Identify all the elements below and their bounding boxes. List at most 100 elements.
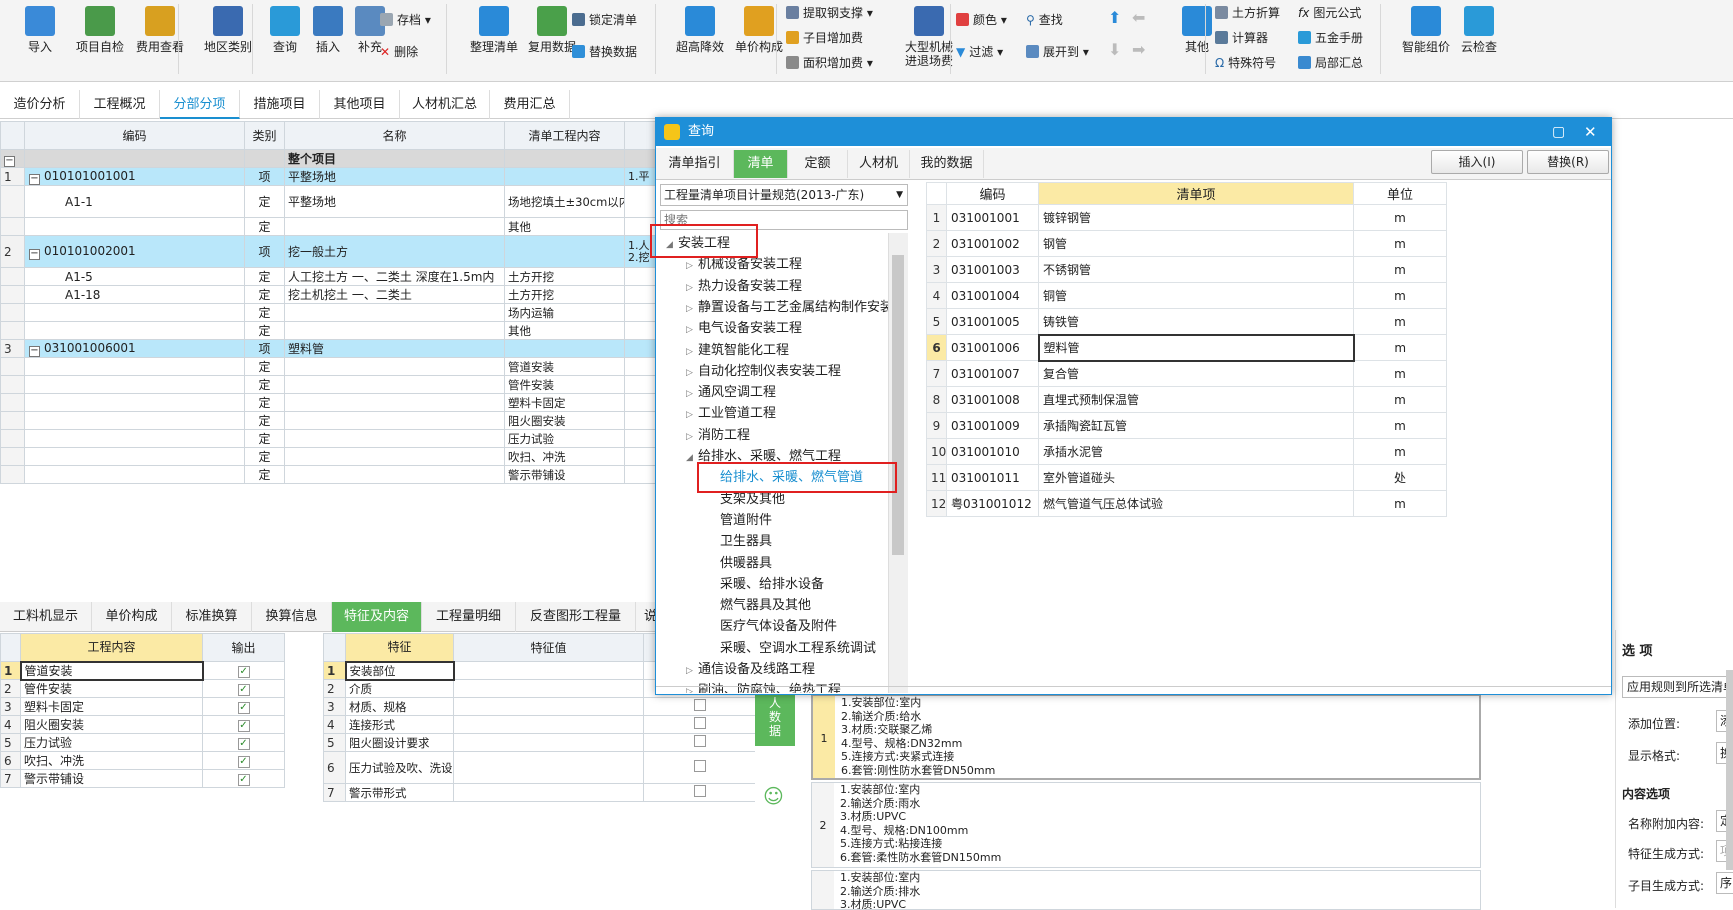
output-checkbox[interactable]: ✓ bbox=[237, 720, 250, 732]
detail-tab-4[interactable]: 特征及内容 bbox=[332, 602, 422, 632]
col-header-item[interactable]: 清单项 bbox=[1038, 182, 1354, 205]
type-cell[interactable]: 项 bbox=[244, 339, 285, 358]
list-code-cell[interactable]: 031001005 bbox=[946, 308, 1039, 335]
work-content-cell[interactable]: 压力试验 bbox=[20, 733, 203, 752]
tree-node[interactable]: ▷ 静置设备与工艺金属结构制作安装… bbox=[686, 297, 888, 318]
root-row[interactable]: − 整个项目 bbox=[0, 149, 665, 168]
dialog-tab-0[interactable]: 清单指引 bbox=[656, 150, 734, 178]
options-scrollbar[interactable] bbox=[1726, 670, 1733, 870]
content-cell[interactable] bbox=[504, 235, 625, 268]
type-cell[interactable]: 定 bbox=[244, 411, 285, 430]
content-cell[interactable]: 塑料卡固定 bbox=[504, 393, 625, 412]
people-icon[interactable]: ☺ bbox=[763, 784, 784, 808]
tree-node[interactable]: ▷ 自动化控制仪表安装工程 bbox=[686, 361, 841, 382]
col-header-value[interactable]: 特征值 bbox=[453, 633, 644, 662]
code-cell[interactable] bbox=[24, 303, 245, 322]
quota-row[interactable]: 定 吹扫、冲洗 bbox=[0, 447, 665, 466]
feature-value-cell[interactable] bbox=[453, 751, 644, 784]
dialog-tab-1[interactable]: 清单 bbox=[734, 150, 788, 178]
description-row[interactable]: 1.安装部位:室内 2.输送介质:排水 3.材质:UPVC bbox=[811, 870, 1481, 910]
list-name-cell[interactable]: 塑料管 bbox=[1037, 333, 1355, 362]
dialog-tab-3[interactable]: 人材机 bbox=[848, 150, 910, 178]
tree-node[interactable]: ▷ 电气设备安装工程 bbox=[686, 318, 802, 339]
quota-row[interactable]: 定 其他 bbox=[0, 217, 665, 236]
tree-node[interactable]: ▷ 建筑智能化工程 bbox=[686, 340, 789, 361]
list-item[interactable]: 1 031001001 镀锌钢管 m bbox=[926, 204, 1447, 231]
tree-node[interactable]: 医疗气体设备及附件 bbox=[720, 616, 837, 637]
tab-6[interactable]: 费用汇总 bbox=[490, 90, 570, 119]
output-checkbox[interactable]: ✓ bbox=[237, 684, 250, 696]
move-down-icon[interactable]: ⬇ bbox=[1108, 42, 1121, 58]
detail-tab-0[interactable]: 工料机显示 bbox=[0, 602, 92, 632]
quota-row[interactable]: 定 压力试验 bbox=[0, 429, 665, 448]
sub-gen-select[interactable]: 序 bbox=[1716, 872, 1733, 894]
list-item[interactable]: 6 031001006 塑料管 m bbox=[926, 333, 1447, 362]
feature-name-cell[interactable]: 介质 bbox=[345, 679, 454, 698]
tree-node[interactable]: 采暖、空调水工程系统调试 bbox=[720, 638, 876, 659]
work-content-cell[interactable]: 管件安装 bbox=[20, 679, 203, 698]
replace-data-button[interactable]: 替换数据 bbox=[572, 44, 637, 60]
tree-node[interactable]: ▷ 通风空调工程 bbox=[686, 382, 776, 403]
work-content-cell[interactable]: 阻火圈安装 bbox=[20, 715, 203, 734]
type-cell[interactable]: 定 bbox=[244, 321, 285, 340]
my-data-side-tab[interactable]: 人 数 据 bbox=[755, 694, 795, 746]
table-row[interactable]: 5 压力试验 ✓ bbox=[0, 733, 285, 752]
list-item[interactable]: 4 031001004 铜管 m bbox=[926, 282, 1447, 309]
tab-2[interactable]: 分部分项 bbox=[160, 90, 240, 119]
collapsed-triangle-icon[interactable]: ▷ bbox=[686, 342, 698, 363]
list-item[interactable]: 7 031001007 复合管 m bbox=[926, 360, 1447, 387]
apply-rules-select[interactable]: 应用规则到所选清单 bbox=[1622, 676, 1733, 698]
tab-0[interactable]: 造价分析 bbox=[0, 90, 80, 119]
list-item-row[interactable]: 3−031001006001 项塑料管 bbox=[0, 339, 665, 358]
code-cell[interactable] bbox=[24, 411, 245, 430]
collapsed-triangle-icon[interactable]: ▷ bbox=[686, 405, 698, 426]
area-add-fee-button[interactable]: 面积增加费 ▾ bbox=[786, 55, 873, 71]
list-code-cell[interactable]: 031001011 bbox=[946, 464, 1039, 491]
work-content-cell[interactable]: 吹扫、冲洗 bbox=[20, 751, 203, 770]
list-code-cell[interactable]: 031001007 bbox=[946, 360, 1039, 387]
cloud-check-button[interactable]: 云检查 bbox=[1454, 6, 1504, 54]
detail-tab-2[interactable]: 标准换算 bbox=[172, 602, 252, 632]
list-code-cell[interactable]: 031001004 bbox=[946, 282, 1039, 309]
tab-1[interactable]: 工程概况 bbox=[80, 90, 160, 119]
name-cell[interactable] bbox=[284, 465, 505, 484]
smart-price-button[interactable]: 智能组价 bbox=[1398, 6, 1454, 54]
table-row[interactable]: 5 阻火圈设计要求 bbox=[323, 733, 756, 752]
quota-row[interactable]: A1-1 定平整场地场地挖填土±30cm以内找平 bbox=[0, 185, 665, 218]
content-cell[interactable]: 其他 bbox=[504, 321, 625, 340]
code-cell[interactable]: −010101001001 bbox=[24, 167, 245, 186]
list-name-cell[interactable]: 直埋式预制保温管 bbox=[1038, 386, 1354, 413]
content-cell[interactable]: 管道安装 bbox=[504, 357, 625, 376]
name-cell[interactable]: 塑料管 bbox=[284, 339, 505, 358]
code-cell[interactable]: A1-1 bbox=[24, 185, 245, 218]
name-cell[interactable] bbox=[284, 411, 505, 430]
output-checkbox[interactable]: ✓ bbox=[237, 756, 250, 768]
feature-name-cell[interactable]: 阻火圈设计要求 bbox=[345, 733, 454, 752]
sub-add-fee-button[interactable]: 子目增加费 bbox=[786, 30, 863, 46]
code-cell[interactable]: A1-18 bbox=[24, 285, 245, 304]
collapsed-triangle-icon[interactable]: ▷ bbox=[686, 384, 698, 405]
list-item[interactable]: 11 031001011 室外管道碰头处 bbox=[926, 464, 1447, 491]
work-content-cell[interactable]: 塑料卡固定 bbox=[20, 697, 203, 716]
move-up-icon[interactable]: ⬆ bbox=[1108, 10, 1121, 26]
content-cell[interactable]: 阻火圈安装 bbox=[504, 411, 625, 430]
collapsed-triangle-icon[interactable]: ▷ bbox=[686, 299, 698, 320]
quota-row[interactable]: 定 其他 bbox=[0, 321, 665, 340]
list-item[interactable]: 9 031001009 承插陶瓷缸瓦管 m bbox=[926, 412, 1447, 439]
list-unit-cell[interactable]: m bbox=[1353, 334, 1447, 361]
tree-node[interactable]: ▷ 工业管道工程 bbox=[686, 403, 776, 424]
tab-4[interactable]: 其他项目 bbox=[320, 90, 400, 119]
type-cell[interactable]: 定 bbox=[244, 285, 285, 304]
type-cell[interactable]: 定 bbox=[244, 185, 285, 218]
standard-select[interactable]: 工程量清单项目计量规范(2013-广东) ▼ bbox=[660, 184, 908, 206]
list-code-cell[interactable]: 031001002 bbox=[946, 230, 1039, 257]
insert-button[interactable]: 插入(I) bbox=[1431, 150, 1523, 174]
unit-price-button[interactable]: 单价构成 bbox=[731, 6, 787, 54]
collapse-toggle-icon[interactable]: − bbox=[29, 248, 40, 260]
content-cell[interactable]: 吹扫、冲洗 bbox=[504, 447, 625, 466]
region-button[interactable]: 地区类别 bbox=[200, 6, 256, 54]
name-cell[interactable] bbox=[284, 375, 505, 394]
table-row[interactable]: 6 吹扫、冲洗 ✓ bbox=[0, 751, 285, 770]
work-content-cell[interactable]: 管道安装 bbox=[19, 660, 204, 681]
list-code-cell[interactable]: 031001009 bbox=[946, 412, 1039, 439]
